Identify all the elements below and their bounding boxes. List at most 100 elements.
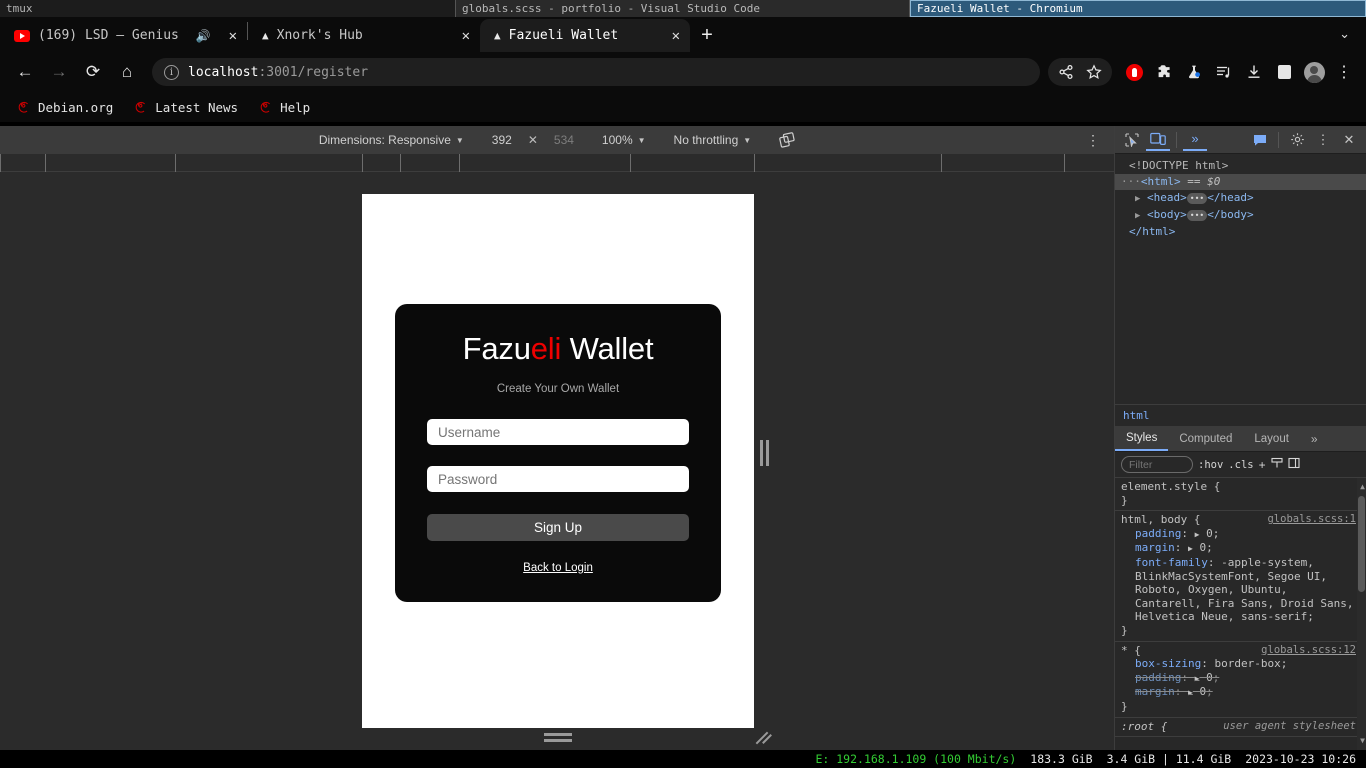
expand-triangle-icon[interactable]: ▶ bbox=[1195, 530, 1200, 539]
tab-close-button[interactable]: ✕ bbox=[662, 28, 680, 44]
tab-search-caret-icon[interactable]: ⌄ bbox=[1339, 26, 1366, 52]
ublock-shield-icon[interactable] bbox=[1120, 58, 1148, 86]
dom-node-html[interactable]: ···<html> == $0 bbox=[1115, 174, 1366, 190]
omnibox-action-pill bbox=[1048, 58, 1112, 86]
new-style-rule-icon[interactable]: + bbox=[1259, 458, 1266, 472]
browser-tab-xnorks-hub[interactable]: ▲ Xnork's Hub ✕ bbox=[248, 19, 480, 52]
bookmark-help[interactable]: Help bbox=[250, 97, 318, 118]
declaration-padding-overridden[interactable]: padding: ▶ 0; bbox=[1121, 671, 1356, 686]
rotate-device-button[interactable] bbox=[765, 132, 809, 148]
inspect-cursor-icon[interactable] bbox=[1120, 129, 1144, 151]
devtools-menu-icon[interactable]: ⋮ bbox=[1311, 129, 1335, 151]
declaration-font-family[interactable]: font-family: -apple-system, BlinkMacSyst… bbox=[1121, 556, 1356, 624]
browser-tab-youtube[interactable]: (169) LSD – Genius ft 🔊 ✕ bbox=[0, 19, 247, 52]
style-rule-root-ua[interactable]: :root { user agent stylesheet bbox=[1115, 718, 1366, 738]
hover-state-button[interactable]: :hov bbox=[1198, 459, 1223, 471]
style-rule-universal[interactable]: * { globals.scss:12 box-sizing: border-b… bbox=[1115, 642, 1366, 718]
new-tab-button[interactable]: + bbox=[690, 19, 724, 52]
site-info-icon[interactable]: i bbox=[164, 64, 179, 80]
tab-close-button[interactable]: ✕ bbox=[452, 28, 470, 44]
scrollbar-thumb[interactable] bbox=[1358, 496, 1365, 592]
rule-origin-link[interactable]: globals.scss:12 bbox=[1261, 644, 1356, 658]
downloads-icon[interactable] bbox=[1240, 58, 1268, 86]
more-panels-icon[interactable]: » bbox=[1183, 129, 1207, 151]
viewport-height-resize-handle[interactable] bbox=[544, 733, 572, 742]
style-rule-html-body[interactable]: html, body { globals.scss:1 padding: ▶ 0… bbox=[1115, 511, 1366, 642]
device-toolbar-menu-icon[interactable]: ⋮ bbox=[1086, 132, 1100, 147]
bookmark-star-icon[interactable] bbox=[1080, 58, 1108, 86]
device-toolbar-icon[interactable] bbox=[1146, 129, 1170, 151]
tab-styles[interactable]: Styles bbox=[1115, 426, 1169, 451]
styles-scrollbar[interactable]: ▲ ▼ bbox=[1357, 478, 1366, 750]
throttling-value: No throttling bbox=[673, 133, 739, 147]
gear-icon[interactable] bbox=[1285, 129, 1309, 151]
emulated-viewport[interactable]: Fazueli Wallet Create Your Own Wallet Si… bbox=[362, 194, 754, 728]
sidebar-toggle-icon[interactable] bbox=[1288, 457, 1300, 472]
browser-tab-fazueli-wallet[interactable]: ▲ Fazueli Wallet ✕ bbox=[480, 19, 690, 52]
tab-layout[interactable]: Layout bbox=[1243, 426, 1300, 451]
home-button[interactable]: ⌂ bbox=[110, 55, 144, 89]
breadcrumb-item-html[interactable]: html bbox=[1123, 409, 1150, 422]
device-width-input[interactable]: 392 bbox=[478, 133, 526, 147]
speaker-icon[interactable]: 🔊 bbox=[196, 29, 211, 43]
tab-overflow-icon[interactable]: » bbox=[1300, 426, 1329, 451]
bookmark-debian-org[interactable]: Debian.org bbox=[8, 97, 121, 118]
profile-avatar-icon[interactable] bbox=[1300, 58, 1328, 86]
collapsed-children-badge[interactable]: ••• bbox=[1186, 209, 1208, 221]
rule-selector: html, body { bbox=[1121, 513, 1201, 527]
forward-button[interactable]: → bbox=[42, 55, 76, 89]
expand-triangle-icon[interactable]: ▶ bbox=[1188, 544, 1193, 553]
network-throttling-dropdown[interactable]: No throttling ▼ bbox=[660, 133, 766, 147]
dom-breadcrumb[interactable]: html bbox=[1115, 404, 1366, 426]
devtools-sidebar-tabs: Styles Computed Layout » bbox=[1115, 426, 1366, 452]
viewport-corner-resize-handle[interactable] bbox=[755, 730, 772, 746]
collapsed-children-badge[interactable]: ••• bbox=[1186, 192, 1208, 204]
reload-button[interactable]: ⟳ bbox=[76, 55, 110, 89]
reading-list-icon[interactable] bbox=[1210, 58, 1238, 86]
declaration-margin-overridden[interactable]: margin: ▶ 0; bbox=[1121, 685, 1356, 700]
tab-computed[interactable]: Computed bbox=[1168, 426, 1243, 451]
expand-triangle-icon[interactable]: ▶ bbox=[1195, 674, 1200, 683]
dom-tree[interactable]: <!DOCTYPE html> ···<html> == $0 ▶ <head>… bbox=[1115, 154, 1366, 404]
expand-triangle-icon[interactable]: ▶ bbox=[1188, 688, 1193, 697]
username-input[interactable] bbox=[427, 419, 689, 446]
dom-node-head[interactable]: ▶ <head> ••• </head> bbox=[1115, 190, 1366, 207]
declaration-box-sizing[interactable]: box-sizing: border-box; bbox=[1121, 657, 1356, 671]
tab-close-button[interactable]: ✕ bbox=[219, 28, 237, 44]
wm-window-chromium-active[interactable]: Fazueli Wallet - Chromium bbox=[910, 0, 1366, 17]
device-zoom-dropdown[interactable]: 100% ▼ bbox=[588, 133, 660, 147]
rule-origin-link[interactable]: globals.scss:1 bbox=[1267, 513, 1356, 527]
expand-arrow-icon[interactable]: ▶ bbox=[1135, 194, 1140, 204]
extensions-puzzle-icon[interactable] bbox=[1150, 58, 1178, 86]
messages-icon[interactable] bbox=[1248, 129, 1272, 151]
devtools-close-icon[interactable]: ✕ bbox=[1337, 129, 1361, 151]
style-pin-icon[interactable] bbox=[1271, 457, 1283, 472]
password-input[interactable] bbox=[427, 466, 689, 493]
device-dimensions-dropdown[interactable]: Dimensions: Responsive ▼ bbox=[305, 133, 478, 147]
dom-node-doctype[interactable]: <!DOCTYPE html> bbox=[1115, 158, 1366, 174]
side-panel-icon[interactable] bbox=[1270, 58, 1298, 86]
style-rule-element-style[interactable]: element.style { } bbox=[1115, 478, 1366, 512]
declaration-margin[interactable]: margin: ▶ 0; bbox=[1121, 541, 1356, 556]
element-classes-button[interactable]: .cls bbox=[1228, 459, 1253, 471]
expand-arrow-icon[interactable]: ▶ bbox=[1135, 211, 1140, 221]
styles-rules-pane[interactable]: element.style { } html, body { globals.s… bbox=[1115, 478, 1366, 750]
scroll-down-icon[interactable]: ▼ bbox=[1360, 734, 1365, 748]
sign-up-button[interactable]: Sign Up bbox=[427, 514, 689, 541]
device-height-input[interactable]: 534 bbox=[540, 133, 588, 147]
browser-menu-icon[interactable]: ⋮ bbox=[1330, 58, 1358, 86]
styles-filter-input[interactable] bbox=[1121, 456, 1193, 473]
viewport-ruler[interactable] bbox=[0, 154, 1114, 172]
share-icon[interactable] bbox=[1052, 58, 1080, 86]
beaker-icon[interactable] bbox=[1180, 58, 1208, 86]
wm-window-vscode[interactable]: globals.scss - portfolio - Visual Studio… bbox=[455, 0, 910, 17]
back-to-login-link[interactable]: Back to Login bbox=[523, 562, 593, 574]
wm-window-tmux[interactable]: tmux bbox=[0, 0, 455, 17]
back-button[interactable]: ← bbox=[8, 55, 42, 89]
scroll-up-icon[interactable]: ▲ bbox=[1360, 480, 1365, 494]
viewport-width-resize-handle[interactable] bbox=[760, 440, 770, 466]
dom-node-body[interactable]: ▶ <body> ••• </body> bbox=[1115, 207, 1366, 224]
bookmark-latest-news[interactable]: Latest News bbox=[125, 97, 246, 118]
declaration-padding[interactable]: padding: ▶ 0; bbox=[1121, 527, 1356, 542]
address-bar[interactable]: i localhost:3001/register bbox=[152, 58, 1040, 86]
